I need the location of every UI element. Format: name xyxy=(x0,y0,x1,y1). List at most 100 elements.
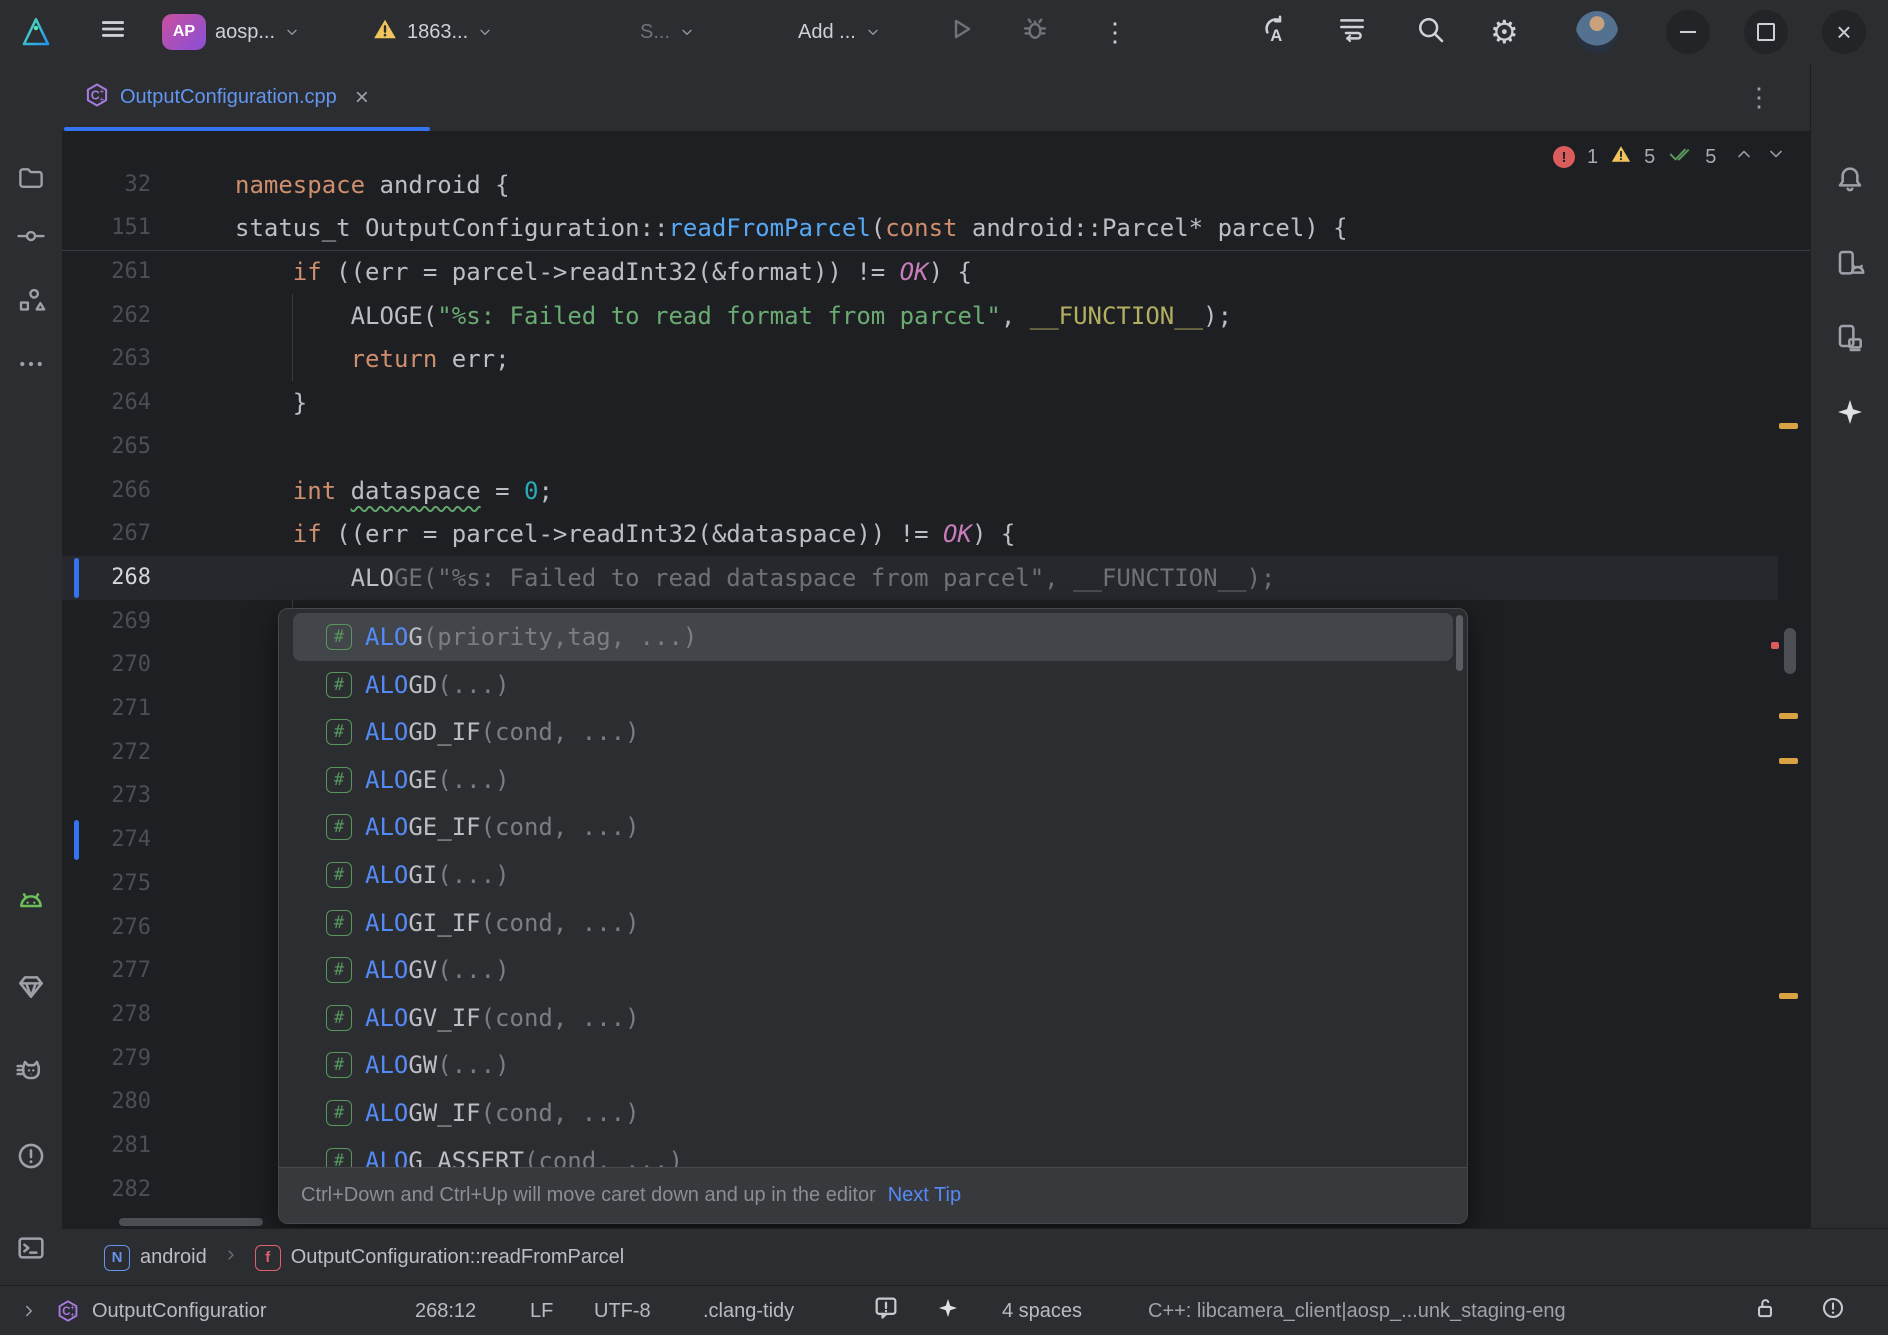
resource-manager-tool-button[interactable] xyxy=(9,280,53,324)
completion-item-ALOGW[interactable]: #ALOGW(...) xyxy=(293,1041,1453,1089)
tab-close-icon[interactable]: × xyxy=(355,84,369,112)
next-tip-link[interactable]: Next Tip xyxy=(888,1184,961,1207)
readonly-toggle-button[interactable] xyxy=(872,1286,900,1335)
line-number-280[interactable]: 280 xyxy=(62,1080,151,1124)
line-number-151[interactable]: 151 xyxy=(62,206,151,250)
line-number-282[interactable]: 282 xyxy=(62,1168,151,1212)
app-quality-insights-tool-button[interactable] xyxy=(9,966,53,1010)
breadcrumb-namespace[interactable]: android xyxy=(140,1246,207,1269)
language-context[interactable]: C++: libcamera_client|aosp_...unk_stagin… xyxy=(1148,1286,1566,1335)
inspections-widget[interactable]: ! 1 5 5 xyxy=(1553,139,1786,175)
completion-item-ALOGI_IF[interactable]: #ALOGI_IF(cond, ...) xyxy=(293,899,1453,947)
commit-icon xyxy=(16,221,46,256)
statusbar-file-name[interactable]: OutputConfiguratior xyxy=(92,1286,267,1335)
next-problem-button[interactable] xyxy=(1766,144,1786,170)
indent-setting[interactable]: 4 spaces xyxy=(1002,1286,1082,1335)
tab-outputconfiguration-cpp[interactable]: C ++ OutputConfiguration.cpp × xyxy=(70,64,383,131)
project-tool-button[interactable] xyxy=(9,158,53,202)
editor-line-266[interactable]: 266 int dataspace = 0; xyxy=(62,469,1810,513)
line-number-281[interactable]: 281 xyxy=(62,1124,151,1168)
minimize-button[interactable] xyxy=(1666,0,1710,64)
maximize-button[interactable] xyxy=(1744,0,1788,64)
completion-item-ALOGE[interactable]: #ALOGE(...) xyxy=(293,756,1453,804)
line-number-261[interactable]: 261 xyxy=(62,250,151,294)
more-tool-windows-button[interactable] xyxy=(9,344,53,388)
line-number-262[interactable]: 262 xyxy=(62,294,151,338)
editor-line-262[interactable]: 262 ALOGE("%s: Failed to read format fro… xyxy=(62,294,1810,338)
line-number-279[interactable]: 279 xyxy=(62,1037,151,1081)
line-number-278[interactable]: 278 xyxy=(62,993,151,1037)
ai-status-button[interactable] xyxy=(936,1286,960,1335)
lock-toggle-button[interactable] xyxy=(1752,1286,1778,1335)
line-number-269[interactable]: 269 xyxy=(62,600,151,644)
line-number-266[interactable]: 266 xyxy=(62,469,151,513)
rename-refactor-button[interactable]: A xyxy=(1258,0,1290,64)
editor-line-261[interactable]: 261 if ((err = parcel->readInt32(&format… xyxy=(62,250,1810,294)
completion-item-ALOGW_IF[interactable]: #ALOGW_IF(cond, ...) xyxy=(293,1089,1453,1137)
completion-item-ALOGE_IF[interactable]: #ALOGE_IF(cond, ...) xyxy=(293,803,1453,851)
line-number-267[interactable]: 267 xyxy=(62,512,151,556)
running-devices-tool-button[interactable] xyxy=(9,1050,53,1094)
line-number-270[interactable]: 270 xyxy=(62,643,151,687)
settings-button[interactable]: ⚙ xyxy=(1490,0,1519,64)
run-configuration-selector[interactable]: S... xyxy=(640,0,695,64)
gemini-button[interactable] xyxy=(1828,392,1872,436)
run-button[interactable] xyxy=(946,0,976,64)
line-ending[interactable]: LF xyxy=(530,1286,553,1335)
caret-position[interactable]: 268:12 xyxy=(415,1286,476,1335)
app-logo-icon[interactable] xyxy=(20,0,52,64)
tab-options-button[interactable]: ⋮ xyxy=(1746,64,1772,131)
editor-line-268[interactable]: 268 ALOGE("%s: Failed to read dataspace … xyxy=(62,556,1810,600)
logcat-tool-button[interactable] xyxy=(9,880,53,924)
line-number-271[interactable]: 271 xyxy=(62,687,151,731)
toolbar-more-button[interactable]: ⋮ xyxy=(1102,0,1128,64)
running-devices-mirror-button[interactable] xyxy=(1828,318,1872,362)
terminal-tool-button[interactable] xyxy=(9,1228,53,1272)
completion-item-ALOG[interactable]: #ALOG(priority,tag, ...) xyxy=(293,613,1453,661)
filter-lines-button[interactable] xyxy=(1336,0,1368,64)
line-number-275[interactable]: 275 xyxy=(62,862,151,906)
search-everywhere-button[interactable] xyxy=(1414,0,1446,64)
line-number-32[interactable]: 32 xyxy=(62,163,151,207)
editor-line-267[interactable]: 267 if ((err = parcel->readInt32(&datasp… xyxy=(62,512,1810,556)
completion-item-ALOGV[interactable]: #ALOGV(...) xyxy=(293,946,1453,994)
line-number-263[interactable]: 263 xyxy=(62,337,151,381)
breadcrumb-function[interactable]: OutputConfiguration::readFromParcel xyxy=(291,1246,625,1269)
completion-item-ALOGV_IF[interactable]: #ALOGV_IF(cond, ...) xyxy=(293,994,1453,1042)
problems-tool-button[interactable] xyxy=(9,1136,53,1180)
editor-line-263[interactable]: 263 return err; xyxy=(62,337,1810,381)
editor-scrollbar-thumb[interactable] xyxy=(1784,628,1796,674)
editor-line-265[interactable]: 265 xyxy=(62,425,1810,469)
file-encoding[interactable]: UTF-8 xyxy=(594,1286,651,1335)
completion-item-ALOGI[interactable]: #ALOGI(...) xyxy=(293,851,1453,899)
line-number-273[interactable]: 273 xyxy=(62,774,151,818)
line-number-277[interactable]: 277 xyxy=(62,949,151,993)
commit-tool-button[interactable] xyxy=(9,216,53,260)
statusbar-expand-button[interactable] xyxy=(20,1286,38,1335)
line-number-264[interactable]: 264 xyxy=(62,381,151,425)
completion-item-ALOGD[interactable]: #ALOGD(...) xyxy=(293,661,1453,709)
close-button[interactable]: × xyxy=(1822,0,1866,64)
device-manager-button[interactable] xyxy=(1828,244,1872,288)
editor-line-264[interactable]: 264 } xyxy=(62,381,1810,425)
completion-item-ALOG_ASSERT[interactable]: #ALOG_ASSERT(cond, ...) xyxy=(293,1137,1453,1168)
editor-hscrollbar-thumb[interactable] xyxy=(119,1218,263,1226)
analyzer-config[interactable]: .clang-tidy xyxy=(703,1286,794,1335)
line-number-276[interactable]: 276 xyxy=(62,906,151,950)
debug-button[interactable] xyxy=(1020,0,1050,64)
notifications-button[interactable] xyxy=(1828,160,1872,204)
problems-status-button[interactable] xyxy=(1820,1286,1846,1335)
line-number-272[interactable]: 272 xyxy=(62,731,151,775)
sparkle-icon xyxy=(936,1296,960,1326)
completion-item-ALOGD_IF[interactable]: #ALOGD_IF(cond, ...) xyxy=(293,708,1453,756)
completion-scrollbar-thumb[interactable] xyxy=(1456,615,1463,671)
project-widget[interactable]: AP aosp... xyxy=(162,0,300,64)
user-avatar[interactable] xyxy=(1576,0,1618,64)
line-number-265[interactable]: 265 xyxy=(62,425,151,469)
editor-line-151[interactable]: 151status_t OutputConfiguration::readFro… xyxy=(62,206,1810,250)
vcs-widget[interactable]: 1863... xyxy=(372,0,493,64)
main-menu-button[interactable] xyxy=(98,0,128,64)
device-selector[interactable]: Add ... xyxy=(798,0,881,64)
prev-problem-button[interactable] xyxy=(1734,144,1754,170)
editor-line-32[interactable]: 32namespace android { xyxy=(62,163,1810,207)
